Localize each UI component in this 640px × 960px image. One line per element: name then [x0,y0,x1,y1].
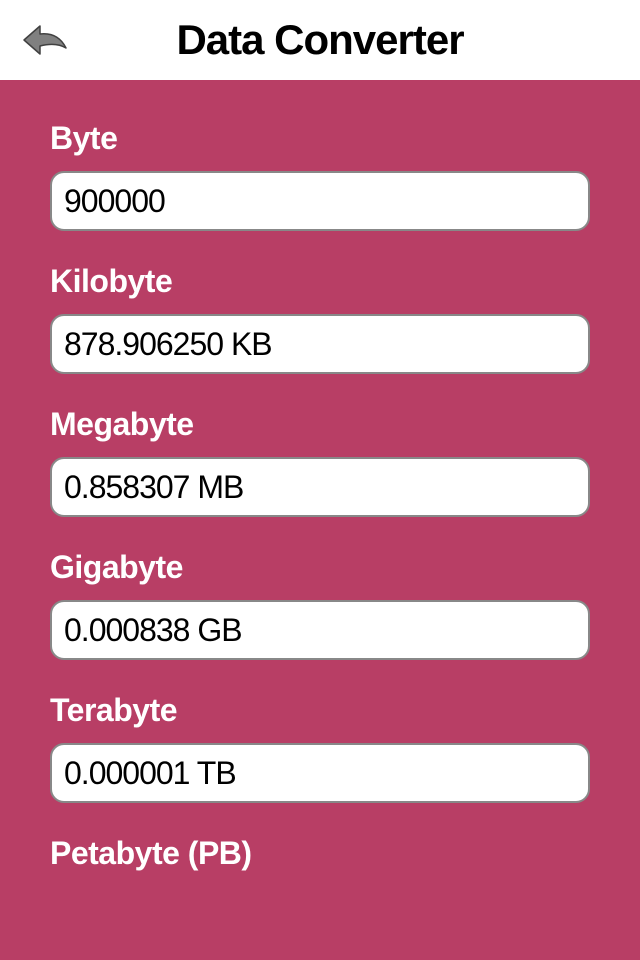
gigabyte-input[interactable] [50,600,590,660]
content-area: Byte Kilobyte Megabyte Gigabyte Terabyte… [0,80,640,960]
field-group-gigabyte: Gigabyte [50,549,590,660]
page-title: Data Converter [16,16,624,64]
field-label: Kilobyte [50,263,590,300]
field-label: Megabyte [50,406,590,443]
terabyte-input[interactable] [50,743,590,803]
byte-input[interactable] [50,171,590,231]
field-label: Gigabyte [50,549,590,586]
field-group-megabyte: Megabyte [50,406,590,517]
field-label: Byte [50,120,590,157]
megabyte-input[interactable] [50,457,590,517]
back-arrow-icon[interactable] [20,20,70,60]
field-group-kilobyte: Kilobyte [50,263,590,374]
field-group-byte: Byte [50,120,590,231]
header: Data Converter [0,0,640,80]
field-group-terabyte: Terabyte [50,692,590,803]
kilobyte-input[interactable] [50,314,590,374]
field-group-petabyte: Petabyte (PB) [50,835,590,872]
field-label: Terabyte [50,692,590,729]
field-label: Petabyte (PB) [50,835,590,872]
